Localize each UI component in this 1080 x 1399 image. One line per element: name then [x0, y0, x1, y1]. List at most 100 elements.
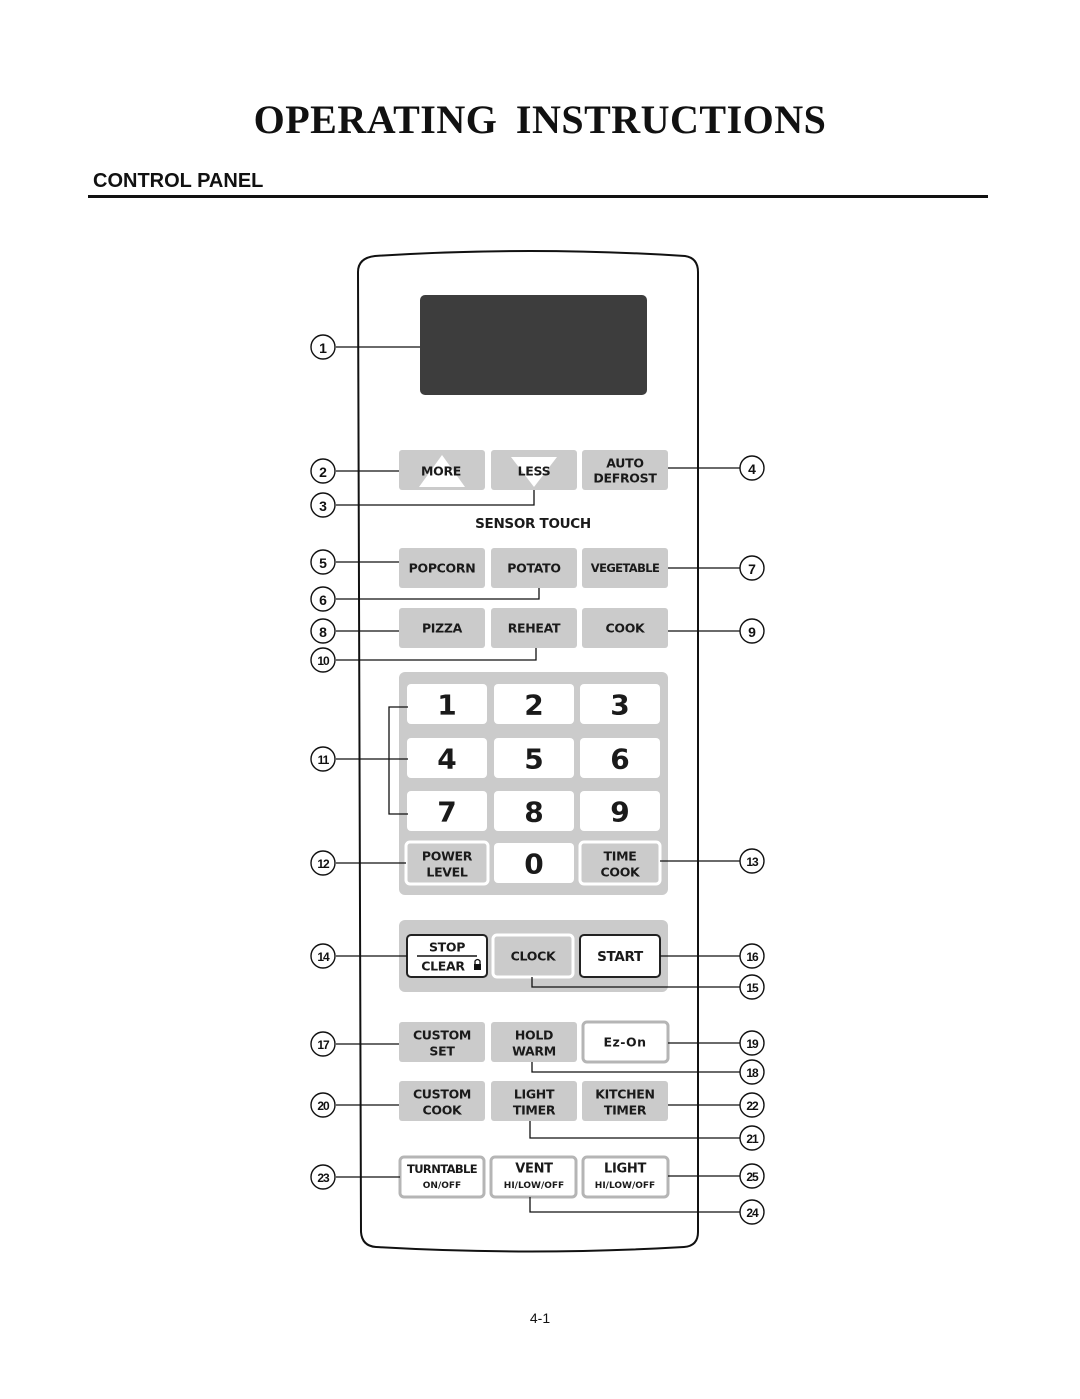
svg-text:12: 12: [317, 857, 330, 871]
callout-17: 17: [310, 1031, 336, 1057]
digit-key-7[interactable]: 7: [407, 791, 487, 831]
page-number: 4-1: [529, 1310, 551, 1326]
svg-text:9: 9: [748, 624, 756, 640]
auto-defrost-label-line2: DEFROST: [593, 471, 657, 486]
custom-cook-label-line1: CUSTOM: [413, 1087, 471, 1102]
pizza-button[interactable]: PIZZA: [399, 608, 485, 648]
svg-text:11: 11: [318, 753, 330, 767]
light-button[interactable]: LIGHT HI/LOW/OFF: [581, 1155, 670, 1199]
turntable-label-line2: ON/OFF: [423, 1181, 461, 1191]
time-cook-button[interactable]: TIME COOK: [578, 840, 662, 886]
cook-button[interactable]: COOK: [582, 608, 668, 648]
callout-13: 13: [739, 848, 765, 874]
digit-key-4[interactable]: 4: [407, 738, 487, 778]
less-label: LESS: [518, 464, 551, 479]
svg-text:13: 13: [746, 855, 759, 869]
hold-warm-button[interactable]: HOLD WARM: [491, 1022, 577, 1062]
callout-3: 3: [310, 492, 336, 518]
digit-label: 3: [610, 689, 629, 722]
callout-1: 1: [310, 334, 336, 360]
svg-text:24: 24: [746, 1206, 759, 1220]
start-button[interactable]: START: [579, 934, 661, 978]
clock-button[interactable]: CLOCK: [491, 933, 575, 979]
digit-key-9[interactable]: 9: [580, 791, 660, 831]
time-cook-label-line1: TIME: [604, 849, 637, 864]
callout-23: 23: [310, 1164, 336, 1190]
callout-15: 15: [739, 974, 765, 1000]
digit-label: 7: [437, 796, 456, 829]
potato-button[interactable]: POTATO: [491, 548, 577, 588]
custom-set-button[interactable]: CUSTOM SET: [399, 1022, 485, 1062]
reheat-button[interactable]: REHEAT: [491, 608, 577, 648]
vegetable-label: VEGETABLE: [591, 561, 660, 575]
display-screen: [420, 295, 647, 395]
custom-cook-button[interactable]: CUSTOM COOK: [399, 1081, 485, 1121]
svg-text:23: 23: [317, 1171, 330, 1185]
digit-key-1[interactable]: 1: [407, 684, 487, 724]
callout-11: 11: [310, 746, 336, 772]
control-panel-diagram: MORE LESS AUTO DEFROST SENSOR TOUCH POPC…: [310, 250, 765, 1253]
svg-text:5: 5: [319, 555, 327, 571]
less-button[interactable]: LESS: [491, 450, 577, 490]
callout-19: 19: [739, 1030, 765, 1056]
digit-key-3[interactable]: 3: [580, 684, 660, 724]
auto-defrost-button[interactable]: AUTO DEFROST: [582, 450, 668, 490]
power-level-label-line1: POWER: [422, 849, 473, 864]
digit-key-2[interactable]: 2: [494, 684, 574, 724]
cook-label: COOK: [606, 621, 647, 636]
popcorn-label: POPCORN: [409, 561, 476, 576]
clock-label: CLOCK: [511, 949, 557, 964]
svg-text:14: 14: [317, 950, 330, 964]
light-label-line1: LIGHT: [604, 1162, 646, 1177]
callout-10: 10: [310, 647, 336, 673]
reheat-label: REHEAT: [508, 621, 561, 636]
vegetable-button[interactable]: VEGETABLE: [582, 548, 668, 588]
svg-text:4: 4: [748, 461, 756, 477]
callout-5: 5: [310, 549, 336, 575]
stop-clear-label-line1: STOP: [429, 940, 465, 955]
svg-text:8: 8: [319, 624, 327, 640]
turntable-button[interactable]: TURNTABLE ON/OFF: [398, 1155, 486, 1199]
hold-warm-label-line1: HOLD: [515, 1028, 553, 1043]
vent-button[interactable]: VENT HI/LOW/OFF: [489, 1155, 578, 1199]
light-timer-label-line2: TIMER: [513, 1103, 556, 1118]
svg-text:15: 15: [746, 981, 759, 995]
callout-4: 4: [739, 455, 765, 481]
svg-text:3: 3: [319, 498, 327, 514]
digit-key-6[interactable]: 6: [580, 738, 660, 778]
svg-text:2: 2: [319, 464, 327, 480]
callout-6: 6: [310, 586, 336, 612]
stop-clear-button[interactable]: STOP CLEAR: [406, 934, 488, 978]
callout-9: 9: [739, 618, 765, 644]
digit-key-8[interactable]: 8: [494, 791, 574, 831]
digit-key-5[interactable]: 5: [494, 738, 574, 778]
svg-text:17: 17: [317, 1038, 330, 1052]
digit-label: 4: [437, 743, 456, 776]
svg-text:21: 21: [746, 1132, 759, 1146]
light-timer-label-line1: LIGHT: [514, 1087, 555, 1102]
callout-12: 12: [310, 850, 336, 876]
svg-text:25: 25: [746, 1170, 759, 1184]
potato-label: POTATO: [507, 561, 560, 576]
light-timer-button[interactable]: LIGHT TIMER: [491, 1081, 577, 1121]
more-label: MORE: [421, 464, 461, 479]
kitchen-timer-button[interactable]: KITCHEN TIMER: [582, 1081, 668, 1121]
digit-label: 6: [610, 743, 629, 776]
svg-text:7: 7: [748, 561, 756, 577]
digit-key-0[interactable]: 0: [494, 843, 574, 883]
ez-on-button[interactable]: Ez-On: [581, 1020, 670, 1064]
callout-14: 14: [310, 943, 336, 969]
vent-label-line1: VENT: [515, 1162, 553, 1177]
digit-label: 5: [524, 743, 543, 776]
power-level-button[interactable]: POWER LEVEL: [404, 840, 490, 886]
stop-clear-label-line2: CLEAR: [421, 959, 465, 974]
digit-label: 1: [437, 689, 456, 722]
kitchen-timer-label-line2: TIMER: [604, 1103, 647, 1118]
callout-2: 2: [310, 458, 336, 484]
more-button[interactable]: MORE: [399, 450, 485, 490]
callout-22: 22: [739, 1092, 765, 1118]
turntable-label-line1: TURNTABLE: [407, 1162, 478, 1176]
callout-24: 24: [739, 1199, 765, 1225]
popcorn-button[interactable]: POPCORN: [399, 548, 485, 588]
custom-set-label-line1: CUSTOM: [413, 1028, 471, 1043]
